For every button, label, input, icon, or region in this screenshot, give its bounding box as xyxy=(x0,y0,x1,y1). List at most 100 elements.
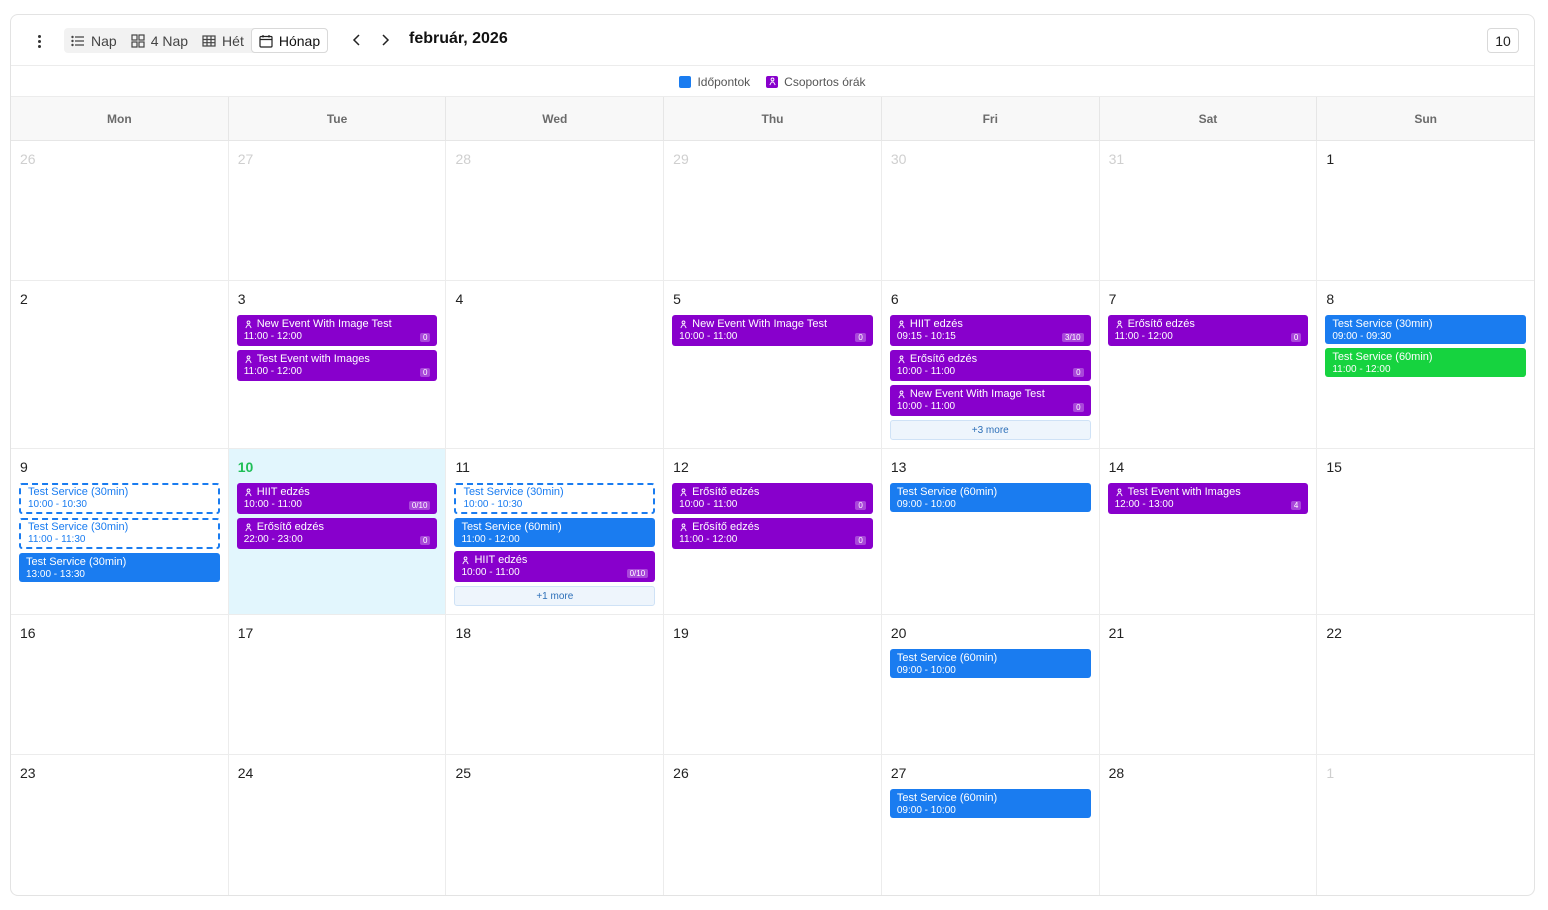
day-cell[interactable]: 2 xyxy=(11,281,229,448)
group-class-event[interactable]: New Event With Image Test 11:00 - 12:00 0 xyxy=(236,315,438,346)
group-class-event[interactable]: New Event With Image Test 10:00 - 11:00 0 xyxy=(889,385,1091,416)
prev-month-button[interactable] xyxy=(346,29,368,51)
kebab-menu-icon[interactable] xyxy=(27,29,51,53)
group-class-event[interactable]: Erősítő edzés 11:00 - 12:00 0 xyxy=(1107,315,1309,346)
appointment-event[interactable]: Test Service (30min) 10:00 - 10:30 xyxy=(454,483,656,514)
group-class-event[interactable]: New Event With Image Test 10:00 - 11:00 0 xyxy=(672,315,873,346)
day-cell[interactable]: 15 xyxy=(1317,449,1534,614)
chevron-left-icon xyxy=(352,34,360,46)
day-cell[interactable]: 26 xyxy=(11,141,229,280)
group-class-event[interactable]: Erősítő edzés 22:00 - 23:00 0 xyxy=(236,518,438,549)
day-cell[interactable]: 22 xyxy=(1317,615,1534,754)
week-row: 23 24 25 26 27 Test Service (60min) 09:00 - 10… xyxy=(11,755,1534,895)
day-cell[interactable]: 27 xyxy=(229,141,447,280)
day-cell[interactable]: 29 xyxy=(664,141,882,280)
day-number: 16 xyxy=(20,625,36,641)
person-icon xyxy=(898,355,905,364)
appointment-event[interactable]: Test Service (60min) 11:00 - 12:00 xyxy=(1325,348,1527,377)
group-class-event[interactable]: Test Event with Images 11:00 - 12:00 0 xyxy=(236,350,438,381)
day-cell[interactable]: 20 Test Service (60min) 09:00 - 10:00 xyxy=(882,615,1100,754)
event-list: HIIT edzés 09:15 - 10:15 3/10 Erősítő edzés… xyxy=(889,315,1091,440)
person-icon xyxy=(898,390,905,399)
day-cell[interactable]: 24 xyxy=(229,755,447,895)
next-month-button[interactable] xyxy=(374,29,396,51)
group-class-event[interactable]: HIIT edzés 10:00 - 11:00 0/10 xyxy=(454,551,656,582)
day-number: 27 xyxy=(237,151,254,167)
day-cell[interactable]: 9 Test Service (30min) 10:00 - 10:30 Test S… xyxy=(11,449,229,614)
day-cell[interactable]: 28 xyxy=(446,141,665,280)
event-attendee-count-badge: 0 xyxy=(419,536,431,545)
day-cell[interactable]: 1 xyxy=(1317,141,1534,280)
day-cell[interactable]: 18 xyxy=(446,615,665,754)
day-cell[interactable]: 26 xyxy=(664,755,882,895)
event-time: 09:00 - 10:00 xyxy=(896,805,956,816)
group-class-event[interactable]: Erősítő edzés 10:00 - 11:00 0 xyxy=(672,483,873,514)
day-cell[interactable]: 4 xyxy=(446,281,665,448)
event-list: New Event With Image Test 11:00 - 12:00 0 T… xyxy=(236,315,438,381)
chevron-right-icon xyxy=(382,34,390,46)
appointment-event[interactable]: Test Service (30min) 10:00 - 10:30 xyxy=(19,483,220,514)
legend-item-appointments: Időpontok xyxy=(679,75,750,89)
event-time: 11:00 - 12:00 xyxy=(243,331,302,342)
day-cell[interactable]: 17 xyxy=(229,615,447,754)
day-cell[interactable]: 5 New Event With Image Test 10:00 - 11:00 0 xyxy=(664,281,882,448)
day-header: Fri xyxy=(882,97,1100,140)
group-class-event[interactable]: Test Event with Images 12:00 - 13:00 4 xyxy=(1107,483,1309,514)
event-title: Test Event with Images xyxy=(256,353,370,365)
person-icon xyxy=(680,320,687,329)
day-cell[interactable]: 1 xyxy=(1317,755,1534,895)
view-button-het[interactable]: Hét xyxy=(195,28,251,53)
day-cell[interactable]: 7 Erősítő edzés 11:00 - 12:00 0 xyxy=(1100,281,1318,448)
day-cell[interactable]: 14 Test Event with Images 12:00 - 13:00 4 xyxy=(1100,449,1318,614)
day-cell[interactable]: 21 xyxy=(1100,615,1318,754)
event-time: 09:00 - 10:00 xyxy=(896,499,956,510)
view-button-honap[interactable]: Hónap xyxy=(250,28,329,53)
event-title-row: Test Service (60min) xyxy=(461,521,648,534)
event-title-row: New Event With Image Test xyxy=(244,318,431,331)
person-icon xyxy=(245,355,252,364)
appointment-event[interactable]: Test Service (60min) 09:00 - 10:00 xyxy=(889,649,1091,678)
day-cell[interactable]: 23 xyxy=(11,755,229,895)
more-events-button[interactable]: +3 more xyxy=(889,420,1091,440)
event-title-row: New Event With Image Test xyxy=(679,318,866,331)
event-title: Test Service (30min) xyxy=(463,486,564,498)
day-cell[interactable]: 27 Test Service (60min) 09:00 - 10:00 xyxy=(882,755,1100,895)
day-number: 22 xyxy=(1326,625,1342,641)
today-button[interactable]: 10 xyxy=(1487,28,1519,53)
day-cell[interactable]: 11 Test Service (30min) 10:00 - 10:30 Test … xyxy=(446,449,665,614)
day-cell[interactable]: 25 xyxy=(446,755,665,895)
day-cell[interactable]: 8 Test Service (30min) 09:00 - 09:30 Test S… xyxy=(1317,281,1534,448)
day-cell[interactable]: 3 New Event With Image Test 11:00 - 12:00 0… xyxy=(229,281,447,448)
appointment-event[interactable]: Test Service (30min) 13:00 - 13:30 xyxy=(19,553,220,582)
group-class-event[interactable]: Erősítő edzés 10:00 - 11:00 0 xyxy=(889,350,1091,381)
group-class-event[interactable]: HIIT edzés 10:00 - 11:00 0/10 xyxy=(236,483,438,514)
day-cell[interactable]: 31 xyxy=(1100,141,1318,280)
day-cell[interactable]: 30 xyxy=(882,141,1100,280)
event-title: Test Event with Images xyxy=(1127,486,1241,498)
appointment-event[interactable]: Test Service (60min) 09:00 - 10:00 xyxy=(889,789,1091,818)
day-number: 26 xyxy=(673,765,689,781)
appointment-event[interactable]: Test Service (30min) 11:00 - 11:30 xyxy=(19,518,220,549)
day-cell[interactable]: 6 HIIT edzés 09:15 - 10:15 3/10 Erősítő edzé… xyxy=(882,281,1100,448)
month-grid: 26 27 28 29 30 31 1 2 3 New Event With Image Test… xyxy=(11,141,1534,895)
day-cell-today[interactable]: 10 HIIT edzés 10:00 - 11:00 0/10 Erősítő edz… xyxy=(228,449,447,614)
day-cell[interactable]: 28 xyxy=(1100,755,1318,895)
legend-item-group-classes: Csoportos órák xyxy=(766,75,866,89)
event-list: Test Service (30min) 09:00 - 09:30 Test Se… xyxy=(1325,315,1527,377)
group-class-event[interactable]: Erősítő edzés 11:00 - 12:00 0 xyxy=(672,518,873,549)
view-button-4-nap[interactable]: 4 Nap xyxy=(124,28,195,53)
day-cell[interactable]: 19 xyxy=(664,615,882,754)
more-events-button[interactable]: +1 more xyxy=(454,586,656,606)
event-title: HIIT edzés xyxy=(474,554,528,566)
appointment-event[interactable]: Test Service (60min) 09:00 - 10:00 xyxy=(889,483,1091,512)
event-title: Test Service (30min) xyxy=(26,556,127,568)
appointment-event[interactable]: Test Service (60min) 11:00 - 12:00 xyxy=(454,518,656,547)
day-cell[interactable]: 13 Test Service (60min) 09:00 - 10:00 xyxy=(882,449,1100,614)
view-button-nap[interactable]: Nap xyxy=(64,28,124,53)
event-attendee-count-badge: 0 xyxy=(855,333,866,342)
day-cell[interactable]: 16 xyxy=(11,615,229,754)
event-title-row: HIIT edzés xyxy=(244,486,431,499)
group-class-event[interactable]: HIIT edzés 09:15 - 10:15 3/10 xyxy=(889,315,1091,346)
day-cell[interactable]: 12 Erősítő edzés 10:00 - 11:00 0 Erősítő edz… xyxy=(664,449,882,614)
appointment-event[interactable]: Test Service (30min) 09:00 - 09:30 xyxy=(1325,315,1527,344)
